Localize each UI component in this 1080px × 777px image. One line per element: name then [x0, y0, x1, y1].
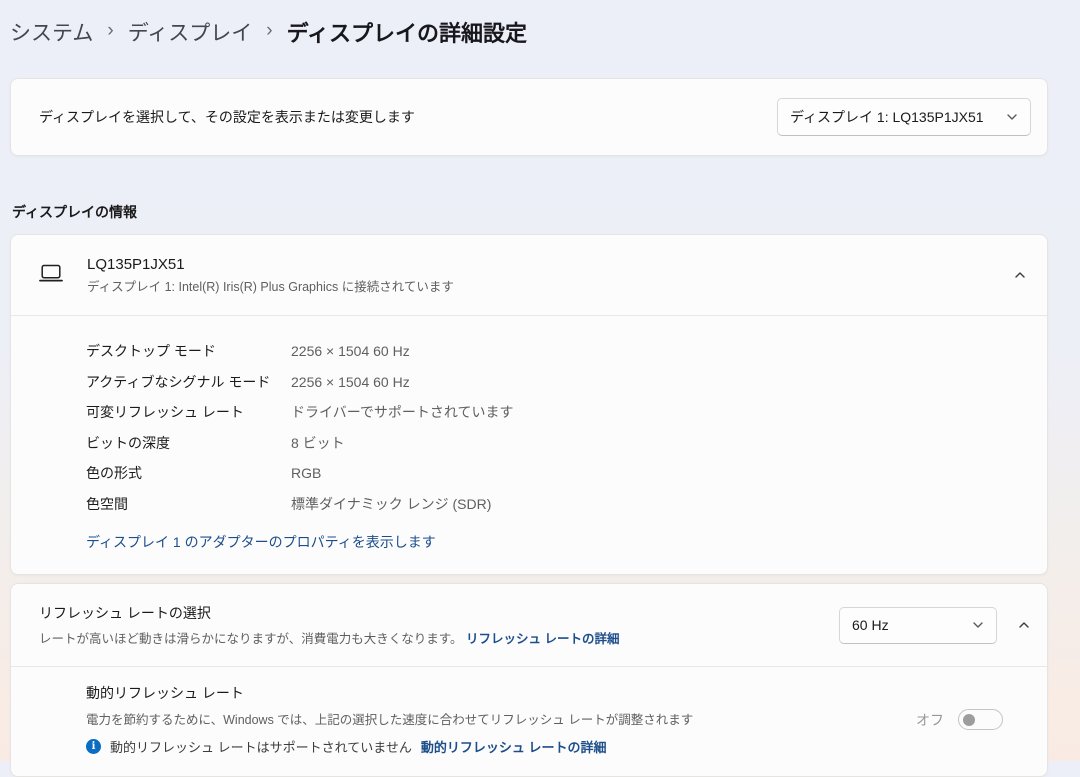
refresh-rate-description: レートが高いほど動きは滑らかになりますが、消費電力も大きくなります。 リフレッシ… [39, 628, 839, 647]
dynamic-refresh-rate-learn-more-link[interactable]: 動的リフレッシュ レートの詳細 [421, 737, 607, 756]
dynamic-refresh-rate-text: 動的リフレッシュ レート 電力を節約するために、Windows では、上記の選択… [86, 683, 693, 756]
row-value: 2256 × 1504 60 Hz [291, 343, 410, 359]
row-value: 標準ダイナミック レンジ (SDR) [291, 495, 492, 512]
row-value: ドライバーでサポートされています [291, 404, 514, 420]
display-info-expander-header[interactable]: LQ135P1JX51 ディスプレイ 1: Intel(R) Iris(R) P… [11, 235, 1047, 315]
chevron-up-icon[interactable] [1013, 268, 1027, 282]
breadcrumb-system[interactable]: システム [10, 17, 93, 47]
display-selector-dropdown-value: ディスプレイ 1: LQ135P1JX51 [790, 109, 984, 125]
chevron-up-icon[interactable] [1017, 618, 1031, 632]
table-row: 色空間 標準ダイナミック レンジ (SDR) [86, 489, 1009, 520]
chevron-right-icon: › [266, 20, 273, 41]
refresh-rate-header-text: リフレッシュ レートの選択 レートが高いほど動きは滑らかになりますが、消費電力も… [39, 603, 839, 647]
breadcrumb-display[interactable]: ディスプレイ [128, 17, 253, 47]
display-info-header-text: LQ135P1JX51 ディスプレイ 1: Intel(R) Iris(R) P… [87, 256, 1013, 295]
chevron-down-icon [972, 619, 984, 631]
row-label: 可変リフレッシュ レート [86, 404, 244, 420]
dynamic-refresh-rate-description: 電力を節約するために、Windows では、上記の選択した速度に合わせてリフレッ… [86, 713, 694, 727]
row-label: デスクトップ モード [86, 343, 216, 359]
dynamic-refresh-rate-title: 動的リフレッシュ レート [86, 685, 244, 701]
dynamic-refresh-rate-toggle-group: オフ [916, 709, 1003, 730]
display-selector-dropdown[interactable]: ディスプレイ 1: LQ135P1JX51 [777, 98, 1031, 136]
device-connection-subtitle: ディスプレイ 1: Intel(R) Iris(R) Plus Graphics… [87, 279, 454, 294]
dynamic-refresh-rate-row: 動的リフレッシュ レート 電力を節約するために、Windows では、上記の選択… [11, 667, 1047, 776]
advanced-display-settings-page: システム › ディスプレイ › ディスプレイの詳細設定 ディスプレイを選択して、… [0, 16, 1080, 777]
dynamic-refresh-rate-toggle[interactable] [958, 709, 1003, 730]
display-selector-label: ディスプレイを選択して、その設定を表示または変更します [39, 109, 415, 125]
device-name: LQ135P1JX51 [87, 255, 185, 273]
display-info-card: LQ135P1JX51 ディスプレイ 1: Intel(R) Iris(R) P… [10, 234, 1048, 575]
row-label: 色の形式 [86, 465, 142, 481]
refresh-rate-title: リフレッシュ レートの選択 [39, 605, 211, 621]
page-title: ディスプレイの詳細設定 [286, 21, 528, 46]
table-row: アクティブなシグナル モード 2256 × 1504 60 Hz [86, 367, 1009, 398]
refresh-rate-card: リフレッシュ レートの選択 レートが高いほど動きは滑らかになりますが、消費電力も… [10, 583, 1048, 777]
table-row: デスクトップ モード 2256 × 1504 60 Hz [86, 336, 1009, 367]
chevron-right-icon: › [107, 20, 114, 41]
row-label: ビットの深度 [86, 434, 170, 451]
display-info-content: デスクトップ モード 2256 × 1504 60 Hz アクティブなシグナル … [11, 316, 1047, 574]
row-value: 8 ビット [291, 434, 345, 451]
row-label: 色空間 [86, 495, 128, 512]
dynamic-refresh-rate-unsupported-text: 動的リフレッシュ レートはサポートされていません [110, 740, 412, 755]
table-row: ビットの深度 8 ビット [86, 428, 1009, 459]
refresh-rate-learn-more-link[interactable]: リフレッシュ レートの詳細 [466, 632, 619, 646]
row-value: RGB [291, 465, 322, 481]
table-row: 可変リフレッシュ レート ドライバーでサポートされています [86, 397, 1009, 428]
refresh-rate-description-text: レートが高いほど動きは滑らかになりますが、消費電力も大きくなります。 [39, 632, 463, 646]
refresh-rate-header[interactable]: リフレッシュ レートの選択 レートが高いほど動きは滑らかになりますが、消費電力も… [11, 584, 1047, 666]
row-value: 2256 × 1504 60 Hz [291, 373, 410, 390]
toggle-state-label: オフ [916, 711, 944, 728]
refresh-rate-dropdown[interactable]: 60 Hz [839, 606, 997, 644]
toggle-knob [963, 713, 975, 726]
row-label: アクティブなシグナル モード [86, 373, 271, 390]
laptop-icon [39, 261, 63, 290]
breadcrumb: システム › ディスプレイ › ディスプレイの詳細設定 [10, 16, 1080, 48]
refresh-rate-controls: 60 Hz [839, 606, 1031, 644]
table-row: 色の形式 RGB [86, 458, 1009, 489]
refresh-rate-dropdown-value: 60 Hz [852, 617, 889, 633]
chevron-down-icon [1006, 111, 1018, 123]
info-icon: i [86, 739, 101, 754]
display-selector-card: ディスプレイを選択して、その設定を表示または変更します ディスプレイ 1: LQ… [10, 78, 1048, 156]
dynamic-refresh-rate-info-row: i 動的リフレッシュ レートはサポートされていません 動的リフレッシュ レートの… [86, 737, 693, 756]
adapter-properties-link[interactable]: ディスプレイ 1 のアダプターのプロパティを表示します [86, 532, 436, 552]
display-info-section-title: ディスプレイの情報 [12, 204, 138, 220]
